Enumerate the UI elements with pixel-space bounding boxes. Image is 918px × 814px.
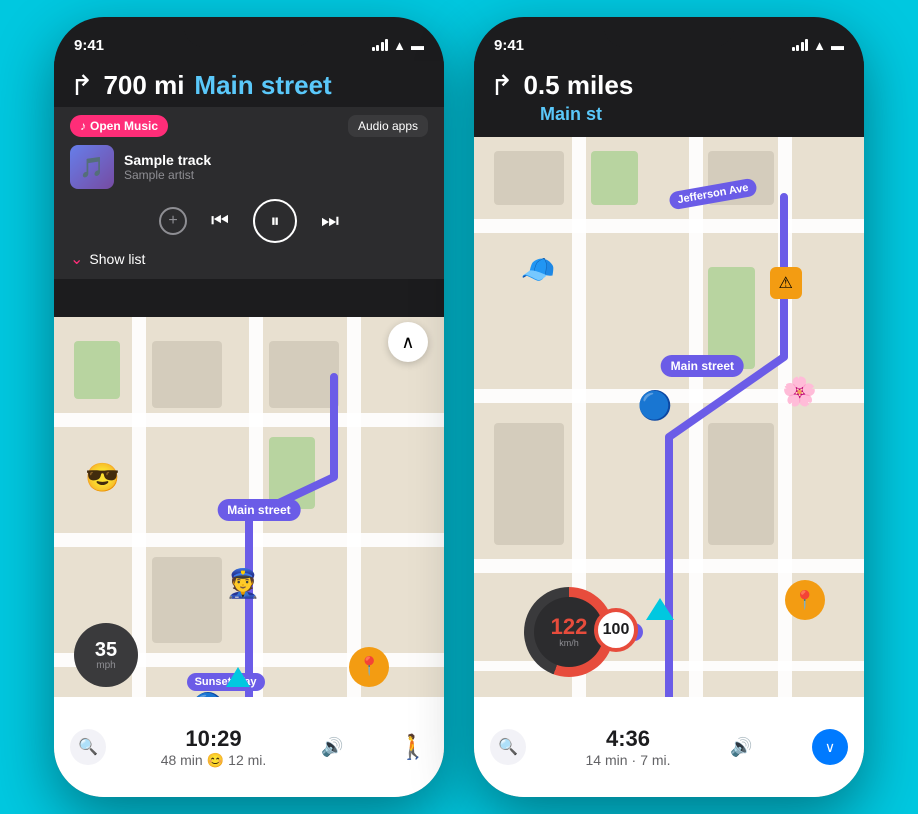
speed-unit-1: mph [96, 660, 115, 671]
music-bar: ♪ Open Music Audio apps 🎵 Sample track S… [54, 107, 444, 279]
album-art: 🎵 [70, 145, 114, 189]
phone-2: 9:41 ▲ ▬ ↱ 0.5 miles Main st [474, 17, 864, 797]
nav-header-2: ↱ 0.5 miles Main st [474, 61, 864, 137]
sound-button-1[interactable]: 🔊 [321, 737, 343, 758]
alert-marker: ⚠ [770, 267, 802, 299]
search-button-1[interactable]: 🔍 [70, 729, 106, 765]
audio-apps-button[interactable]: Audio apps [348, 115, 428, 137]
nav-distance-1: 700 mi [103, 70, 184, 101]
music-controls: + ⏮ ⏸ ⏭ [70, 199, 428, 243]
nav-header-1: ↱ 700 mi Main street [54, 61, 444, 112]
dropdown-button[interactable]: ∨ [812, 729, 848, 765]
add-to-queue-button[interactable]: + [159, 207, 187, 235]
nav-arrow-2 [646, 598, 674, 620]
status-time-2: 9:41 [494, 37, 524, 54]
scroll-up-button[interactable]: ∧ [388, 322, 428, 362]
status-bar-2: 9:41 ▲ ▬ [474, 17, 864, 61]
signal-icon-1 [372, 39, 389, 51]
nav-distance-2: 0.5 miles [523, 70, 633, 101]
eta-section-2: 4:36 14 min · 7 mi. [586, 726, 671, 768]
track-info: Sample track Sample artist [124, 152, 428, 182]
speed-unit-2: km/h [559, 638, 579, 648]
wifi-icon-2: ▲ [813, 38, 826, 53]
location-button-2[interactable]: 📍 [785, 580, 825, 620]
current-speed: 122 [551, 616, 588, 638]
home-indicator-1 [189, 785, 309, 789]
prev-track-button[interactable]: ⏮ [211, 210, 229, 233]
status-icons-1: ▲ ▬ [372, 38, 424, 53]
waze-char-p2-1: 🧢 [521, 253, 556, 286]
eta-section-1: 10:29 48 min 😊 12 mi. [161, 726, 267, 769]
person-button-1[interactable]: 🚶 [398, 733, 428, 762]
play-pause-button[interactable]: ⏸ [253, 199, 297, 243]
turn-arrow-2: ↱ [490, 69, 513, 102]
track-name: Sample track [124, 152, 428, 168]
search-button-2[interactable]: 🔍 [490, 729, 526, 765]
chevron-down-icon: ⌄ [70, 249, 83, 269]
waze-logo-small-1: 😊 [207, 752, 224, 769]
bottom-bar-2: 🔍 4:36 14 min · 7 mi. 🔊 ∨ [474, 697, 864, 797]
home-indicator-2 [609, 785, 729, 789]
waze-char-1: 😎 [85, 461, 120, 494]
music-track-row: 🎵 Sample track Sample artist [70, 145, 428, 189]
bottom-bar-1: 🔍 10:29 48 min 😊 12 mi. 🔊 🚶 [54, 697, 444, 797]
speed-limit-sign: 100 [594, 608, 638, 652]
status-time-1: 9:41 [74, 37, 104, 54]
signal-icon-2 [792, 39, 809, 51]
main-street-label-2: Main street [661, 355, 744, 377]
waze-char-p2-2: 🔵 [638, 389, 673, 422]
main-street-label-1: Main street [217, 499, 300, 521]
eta-details-2: 14 min · 7 mi. [586, 752, 671, 768]
eta-details-1: 48 min 😊 12 mi. [161, 752, 267, 769]
track-artist: Sample artist [124, 168, 428, 182]
phone-1: 9:41 ▲ ▬ ↱ 700 mi Main street ♪ Open Mus… [54, 17, 444, 797]
battery-icon-1: ▬ [411, 38, 424, 53]
waze-char-p2-3: 🌸 [782, 375, 817, 408]
eta-time-1: 10:29 [161, 726, 267, 752]
next-track-button[interactable]: ⏭ [321, 210, 339, 233]
show-list-label: Show list [89, 251, 145, 267]
eta-time-2: 4:36 [586, 726, 671, 752]
map-area-2: Main street Jefferson Ave I-101 N 🧢 🔵 🌸 … [474, 117, 864, 797]
wifi-icon-1: ▲ [393, 38, 406, 53]
nav-arrow-1 [226, 667, 250, 687]
speed-value-1: 35 [95, 640, 117, 660]
turn-arrow-1: ↱ [70, 69, 93, 102]
battery-icon-2: ▬ [831, 38, 844, 53]
sound-button-2[interactable]: 🔊 [730, 737, 752, 758]
location-button-1[interactable]: 📍 [349, 647, 389, 687]
nav-street-1: Main street [194, 70, 331, 101]
status-bar-1: 9:41 ▲ ▬ [54, 17, 444, 61]
music-note-icon: ♪ [80, 119, 86, 133]
open-music-button[interactable]: ♪ Open Music [70, 115, 168, 137]
show-list-row[interactable]: ⌄ Show list [70, 243, 428, 271]
status-icons-2: ▲ ▬ [792, 38, 844, 53]
nav-street-2: Main st [540, 104, 848, 125]
waze-char-2: 👮 [226, 567, 261, 600]
street-grid-2 [474, 117, 864, 797]
speed-badge-1: 35 mph [74, 623, 138, 687]
